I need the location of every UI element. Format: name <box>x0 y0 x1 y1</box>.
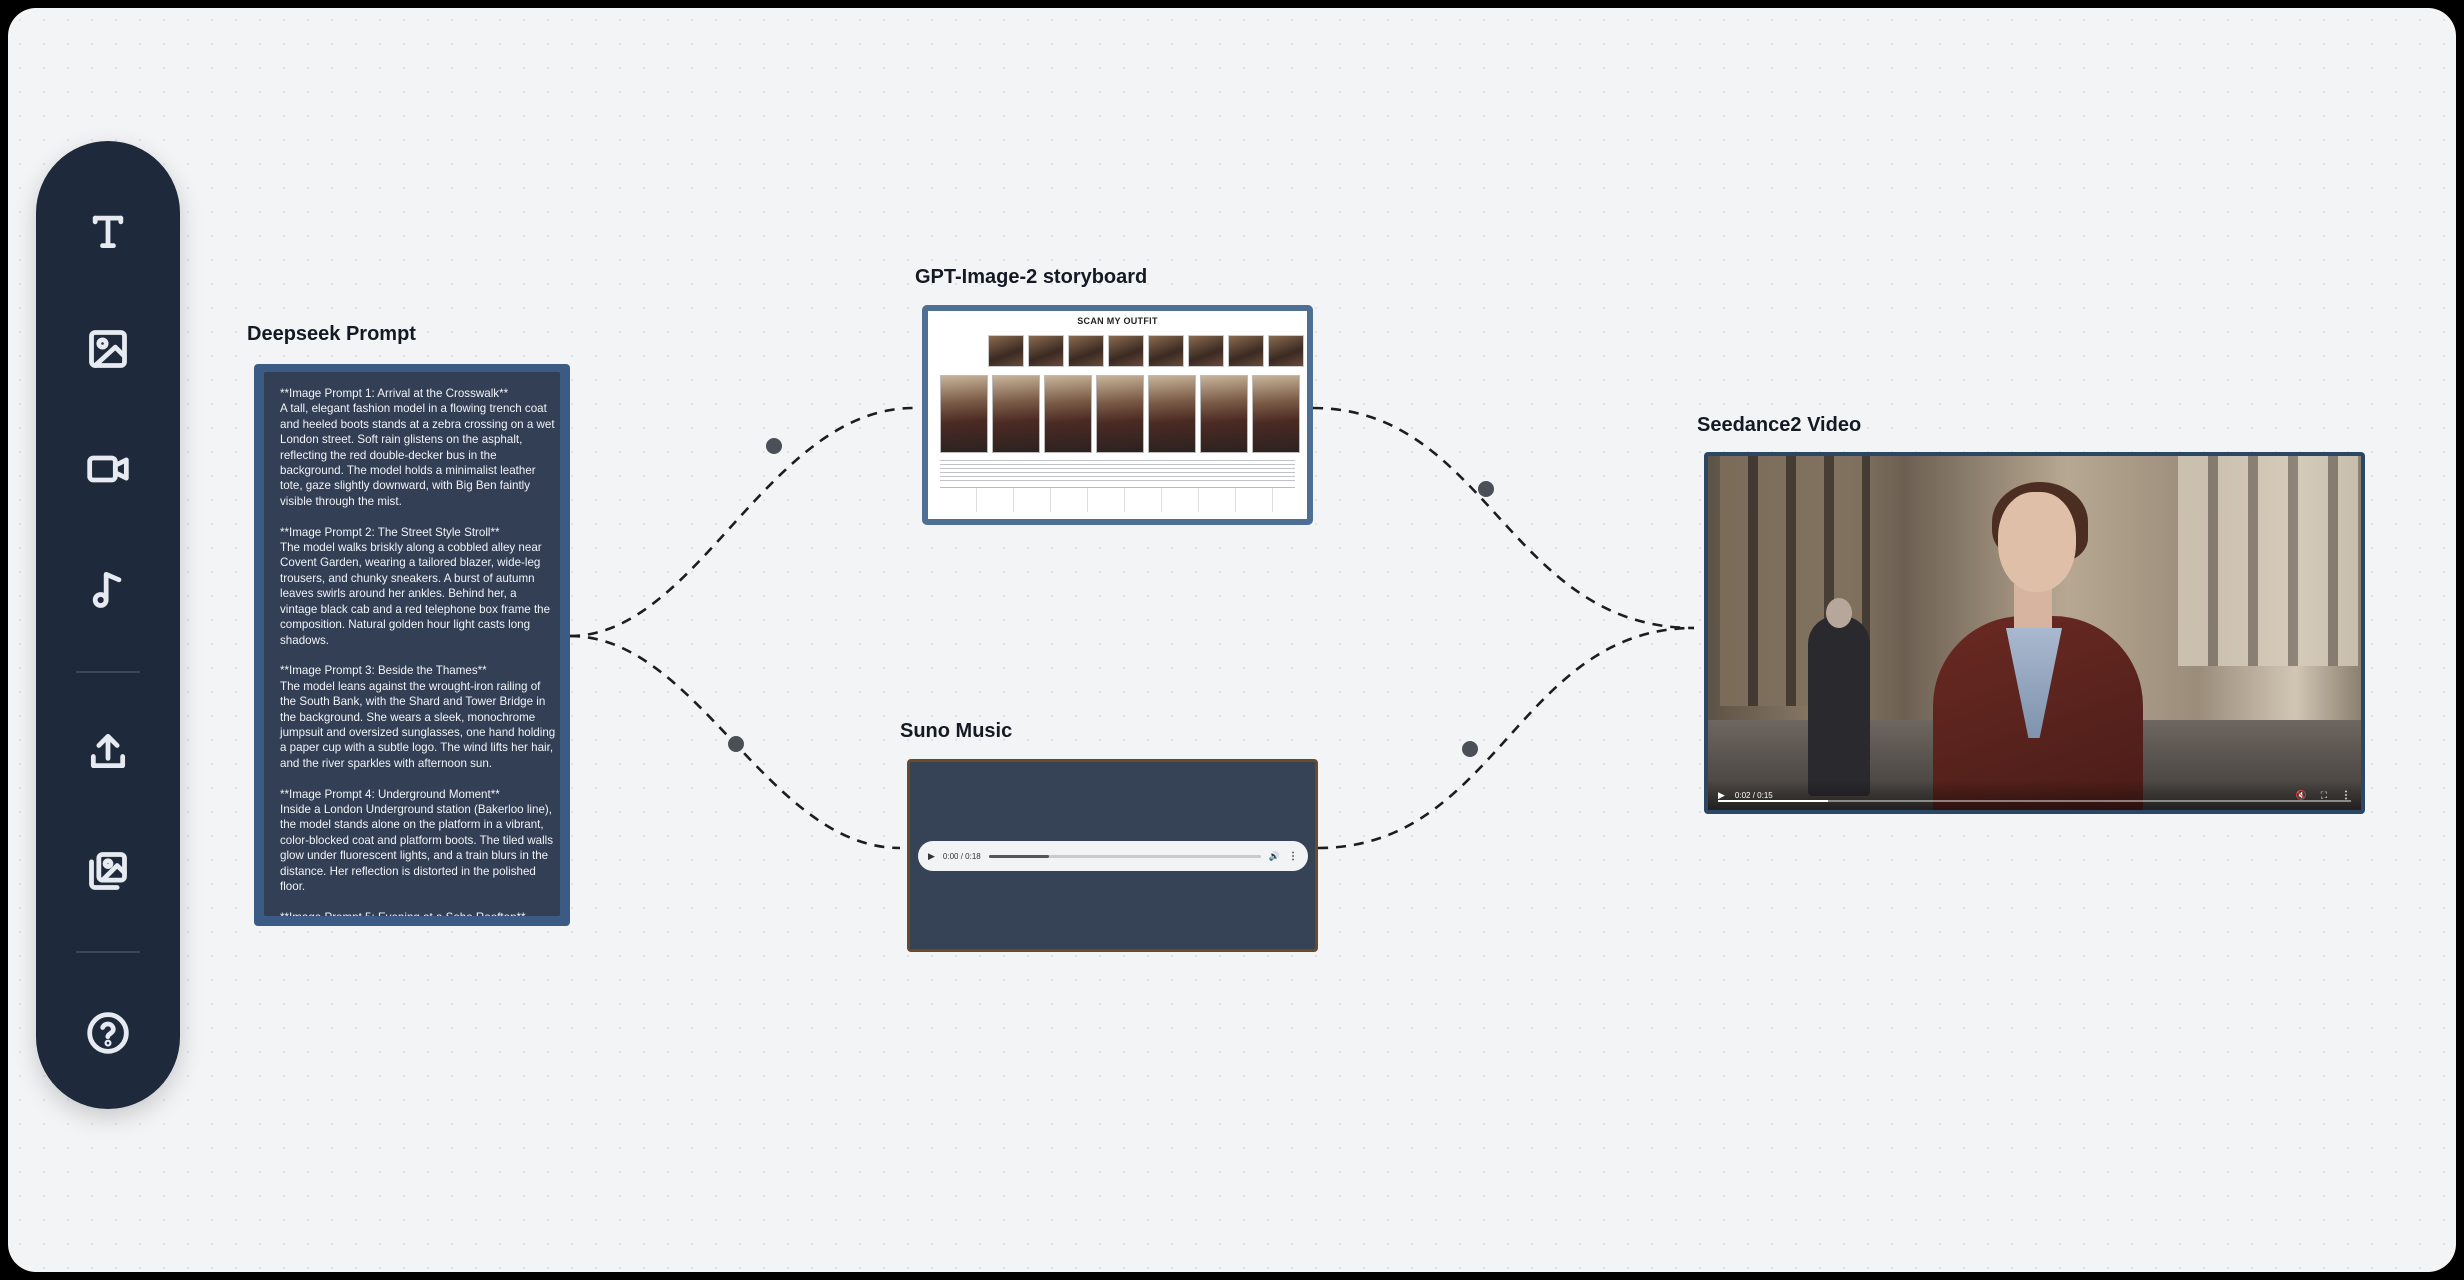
edge-music-to-video <box>1317 626 1695 850</box>
more-options-icon[interactable]: ⋮ <box>2341 790 2351 801</box>
workflow-canvas[interactable]: Deepseek Prompt **Image Prompt 1: Arriva… <box>8 8 2456 1272</box>
text-tool[interactable] <box>68 191 148 271</box>
image-tool[interactable] <box>68 309 148 389</box>
audio-player[interactable]: ▶ 0:00 / 0:18 🔊 ⋮ <box>918 841 1308 871</box>
storyboard-notes <box>940 457 1295 483</box>
video-seek-bar[interactable] <box>1718 800 2351 802</box>
prompt-text[interactable]: **Image Prompt 1: Arrival at the Crosswa… <box>264 372 560 916</box>
play-icon[interactable]: ▶ <box>1718 790 1725 801</box>
video-player[interactable]: ▶ 0:02 / 0:15 🔇 ⛶ ⋮ <box>1708 456 2361 810</box>
video-node-title: Seedance2 Video <box>1697 414 1862 436</box>
music-tool[interactable] <box>68 549 148 629</box>
help-tool[interactable] <box>68 993 148 1073</box>
prompt-node[interactable]: **Image Prompt 1: Arrival at the Crosswa… <box>254 364 570 926</box>
play-icon[interactable]: ▶ <box>928 851 935 862</box>
edge-prompt-to-storyboard <box>569 406 915 638</box>
volume-icon[interactable]: 🔊 <box>1269 851 1280 862</box>
storyboard-node[interactable]: SCAN MY OUTFIT <box>922 305 1313 525</box>
fullscreen-icon[interactable]: ⛶ <box>2321 790 2327 801</box>
more-options-icon[interactable]: ⋮ <box>1288 851 1298 862</box>
mute-icon[interactable]: 🔇 <box>2295 790 2306 801</box>
edge-handle[interactable] <box>766 438 782 454</box>
music-note-icon <box>92 571 122 608</box>
gallery-tool[interactable] <box>68 831 148 911</box>
storyboard-shots <box>940 375 1300 453</box>
image-icon <box>89 330 127 368</box>
edge-handle[interactable] <box>1478 481 1494 497</box>
storyboard-thumbnails <box>988 335 1304 367</box>
audio-seek-bar[interactable] <box>988 854 1261 858</box>
video-node[interactable]: ▶ 0:02 / 0:15 🔇 ⛶ ⋮ <box>1704 452 2365 814</box>
gallery-icon <box>89 852 127 890</box>
upload-tool[interactable] <box>68 711 148 791</box>
upload-icon <box>90 733 126 769</box>
edge-handle[interactable] <box>1462 741 1478 757</box>
text-icon <box>92 215 124 249</box>
video-tool[interactable] <box>68 429 148 509</box>
audio-time: 0:00 / 0:18 <box>942 851 981 861</box>
left-toolbar <box>36 141 180 1109</box>
storyboard-sheet-title: SCAN MY OUTFIT <box>1077 316 1158 326</box>
music-node-title: Suno Music <box>900 720 1013 742</box>
video-time: 0:02 / 0:15 <box>1734 790 1773 800</box>
video-controls: ▶ 0:02 / 0:15 🔇 ⛶ ⋮ <box>1708 780 2361 810</box>
toolbar-divider <box>76 951 140 953</box>
edge-storyboard-to-video <box>1312 406 1695 630</box>
storyboard-image: SCAN MY OUTFIT <box>928 311 1307 519</box>
storyboard-node-title: GPT-Image-2 storyboard <box>915 266 1148 288</box>
video-camera-icon <box>87 455 129 483</box>
help-circle-icon <box>87 1012 129 1054</box>
storyboard-footer <box>940 487 1295 512</box>
toolbar-divider <box>76 671 140 673</box>
prompt-node-title: Deepseek Prompt <box>247 323 416 345</box>
edge-handle[interactable] <box>728 736 744 752</box>
music-node[interactable]: ▶ 0:00 / 0:18 🔊 ⋮ <box>907 759 1318 952</box>
